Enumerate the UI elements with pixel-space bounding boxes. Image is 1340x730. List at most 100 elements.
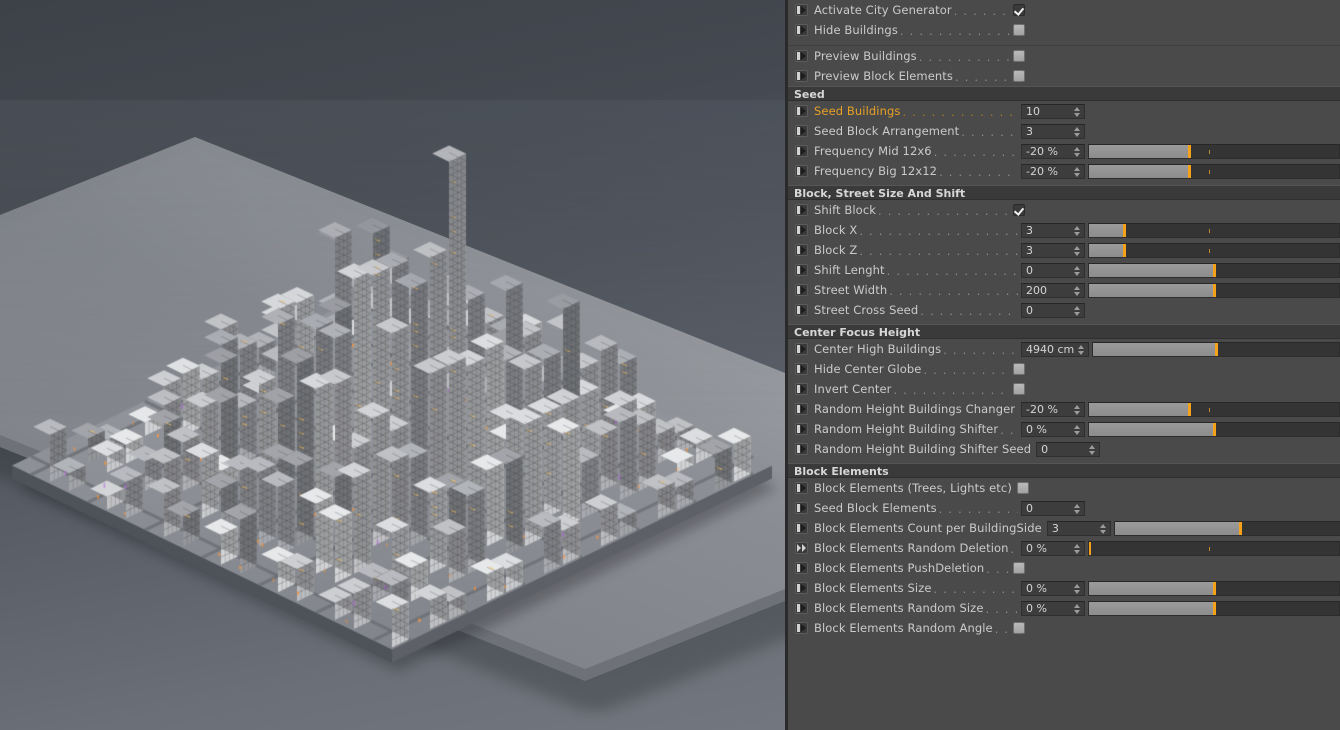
spinner-arrows[interactable] xyxy=(1074,166,1081,178)
param-row-frequency-mid-12x6[interactable]: Frequency Mid 12x6. . . . . . . . . . . … xyxy=(788,141,1340,161)
section-header-block-elements[interactable]: Block Elements xyxy=(788,463,1340,478)
spinner-arrows[interactable] xyxy=(1074,126,1081,138)
value-field-block-elements-random-size[interactable]: 0 % xyxy=(1021,600,1085,616)
value-field-center-high-buildings[interactable]: 4940 cm xyxy=(1021,341,1089,357)
value-field-seed-buildings[interactable]: 10 xyxy=(1021,103,1085,119)
value-field-seed-block-elements[interactable]: 0 xyxy=(1021,500,1085,516)
slider-block-x[interactable] xyxy=(1088,222,1340,238)
spinner-arrows[interactable] xyxy=(1074,106,1081,118)
value-field-street-width[interactable]: 200 xyxy=(1021,282,1085,298)
param-row-random-height-buildings-changer[interactable]: Random Height Buildings Changer. . . . -2… xyxy=(788,399,1340,419)
slider-knob[interactable] xyxy=(1188,164,1191,178)
param-row-random-height-building-shifter-seed[interactable]: Random Height Building Shifter Seed 0 xyxy=(788,439,1340,459)
slider-knob[interactable] xyxy=(1188,402,1191,416)
keyframe-icon[interactable] xyxy=(795,50,808,62)
slider-random-height-buildings-changer[interactable] xyxy=(1088,401,1340,417)
param-row-street-width[interactable]: Street Width. . . . . . . . . . . . . . … xyxy=(788,280,1340,300)
value-field-block-elements-size[interactable]: 0 % xyxy=(1021,580,1085,596)
checkbox-block-elements-pushdeletion[interactable] xyxy=(1013,562,1025,574)
keyframe-icon[interactable] xyxy=(795,24,808,36)
value-field-block-x[interactable]: 3 xyxy=(1021,222,1085,238)
keyframe-icon[interactable] xyxy=(795,224,808,236)
checkbox-preview-buildings[interactable] xyxy=(1013,50,1025,62)
keyframe-icon[interactable] xyxy=(795,562,808,574)
keyframe-icon[interactable] xyxy=(795,284,808,296)
slider-knob[interactable] xyxy=(1089,541,1091,555)
spinner-arrows[interactable] xyxy=(1074,424,1081,436)
slider-knob[interactable] xyxy=(1213,422,1216,436)
keyframe-icon[interactable] xyxy=(795,582,808,594)
spinner-arrows[interactable] xyxy=(1099,523,1107,535)
param-row-block-elements-size[interactable]: Block Elements Size. . . . . . . . . . .… xyxy=(788,578,1340,598)
slider-block-elements-count-per-buildingside[interactable] xyxy=(1113,520,1340,536)
param-row-seed-block-elements[interactable]: Seed Block Elements. . . . . . . . . . .… xyxy=(788,498,1340,518)
keyframe-icon[interactable] xyxy=(795,443,808,455)
keyframe-icon[interactable] xyxy=(795,423,808,435)
param-row-shift-block[interactable]: Shift Block. . . . . . . . . . . . . . .… xyxy=(788,200,1340,220)
value-field-frequency-big-12x12[interactable]: -20 % xyxy=(1021,163,1085,179)
value-field-shift-lenght[interactable]: 0 xyxy=(1021,262,1085,278)
3d-city-viewport[interactable] xyxy=(0,0,785,730)
spinner-arrows[interactable] xyxy=(1074,583,1081,595)
value-field-block-elements-random-deletion[interactable]: 0 % xyxy=(1021,540,1085,556)
keyframe-icon[interactable] xyxy=(795,482,808,494)
slider-knob[interactable] xyxy=(1215,342,1218,356)
slider-frequency-mid-12x6[interactable] xyxy=(1088,143,1340,159)
checkbox-hide-center-globe[interactable] xyxy=(1013,363,1025,375)
spinner-arrows[interactable] xyxy=(1074,404,1081,416)
value-field-block-elements-count-per-buildingside[interactable]: 3 xyxy=(1046,520,1111,536)
slider-knob[interactable] xyxy=(1188,144,1191,158)
param-row-frequency-big-12x12[interactable]: Frequency Big 12x12. . . . . . . . . . .… xyxy=(788,161,1340,181)
param-row-block-elements-trees-lights-etc[interactable]: Block Elements (Trees, Lights etc). . . … xyxy=(788,478,1340,498)
param-row-preview-buildings[interactable]: Preview Buildings. . . . . . . . . . . .… xyxy=(788,46,1340,66)
keyframe-icon[interactable] xyxy=(795,522,808,534)
slider-knob[interactable] xyxy=(1213,283,1216,297)
slider-knob[interactable] xyxy=(1213,601,1216,615)
param-row-random-height-building-shifter[interactable]: Random Height Building Shifter. . . . . … xyxy=(788,419,1340,439)
slider-block-z[interactable] xyxy=(1088,242,1340,258)
keyframe-icon[interactable] xyxy=(795,70,808,82)
keyframe-icon[interactable] xyxy=(795,363,808,375)
checkbox-block-elements-random-angle[interactable] xyxy=(1013,622,1025,634)
slider-center-high-buildings[interactable] xyxy=(1092,341,1340,357)
slider-knob[interactable] xyxy=(1213,581,1216,595)
spinner-arrows[interactable] xyxy=(1074,146,1081,158)
keyframe-icon[interactable] xyxy=(795,244,808,256)
spinner-arrows[interactable] xyxy=(1089,444,1096,456)
slider-knob[interactable] xyxy=(1213,263,1216,277)
keyframe-icon[interactable] xyxy=(795,403,808,415)
value-field-random-height-building-shifter-seed[interactable]: 0 xyxy=(1036,441,1101,457)
param-row-preview-block-elements[interactable]: Preview Block Elements. . . . . . . . . … xyxy=(788,66,1340,86)
spinner-arrows[interactable] xyxy=(1074,245,1081,257)
checkbox-shift-block[interactable] xyxy=(1013,204,1025,216)
keyframe-icon[interactable] xyxy=(795,502,808,514)
slider-knob[interactable] xyxy=(1123,223,1126,237)
slider-block-elements-random-size[interactable] xyxy=(1088,600,1340,616)
slider-block-elements-size[interactable] xyxy=(1088,580,1340,596)
value-field-street-cross-seed[interactable]: 0 xyxy=(1021,302,1085,318)
section-header-center-focus-height[interactable]: Center Focus Height xyxy=(788,324,1340,339)
checkbox-invert-center[interactable] xyxy=(1013,383,1025,395)
param-row-block-x[interactable]: Block X. . . . . . . . . . . . . . . . .… xyxy=(788,220,1340,240)
spinner-arrows[interactable] xyxy=(1074,305,1081,317)
keyframe-icon[interactable] xyxy=(795,304,808,316)
param-row-hide-buildings[interactable]: Hide Buildings. . . . . . . . . . . . . … xyxy=(788,20,1340,40)
spinner-arrows[interactable] xyxy=(1074,503,1081,515)
param-row-shift-lenght[interactable]: Shift Lenght. . . . . . . . . . . . . . … xyxy=(788,260,1340,280)
param-row-block-z[interactable]: Block Z. . . . . . . . . . . . . . . . .… xyxy=(788,240,1340,260)
param-row-block-elements-random-angle[interactable]: Block Elements Random Angle. . . . . . .… xyxy=(788,618,1340,638)
param-row-center-high-buildings[interactable]: Center High Buildings. . . . . . . . . .… xyxy=(788,339,1340,359)
value-field-frequency-mid-12x6[interactable]: -20 % xyxy=(1021,143,1085,159)
param-row-invert-center[interactable]: Invert Center. . . . . . . . . . . . . .… xyxy=(788,379,1340,399)
param-row-street-cross-seed[interactable]: Street Cross Seed. . . . . . . . . . . .… xyxy=(788,300,1340,320)
param-row-seed-buildings[interactable]: Seed Buildings. . . . . . . . . . . . . … xyxy=(788,101,1340,121)
keyframe-icon[interactable] xyxy=(795,383,808,395)
slider-shift-lenght[interactable] xyxy=(1088,262,1340,278)
keyframe-icon[interactable] xyxy=(795,125,808,137)
keyframe-icon[interactable] xyxy=(795,264,808,276)
spinner-arrows[interactable] xyxy=(1074,603,1081,615)
slider-frequency-big-12x12[interactable] xyxy=(1088,163,1340,179)
spinner-arrows[interactable] xyxy=(1074,543,1081,555)
spinner-arrows[interactable] xyxy=(1074,265,1081,277)
slider-block-elements-random-deletion[interactable] xyxy=(1088,540,1340,556)
